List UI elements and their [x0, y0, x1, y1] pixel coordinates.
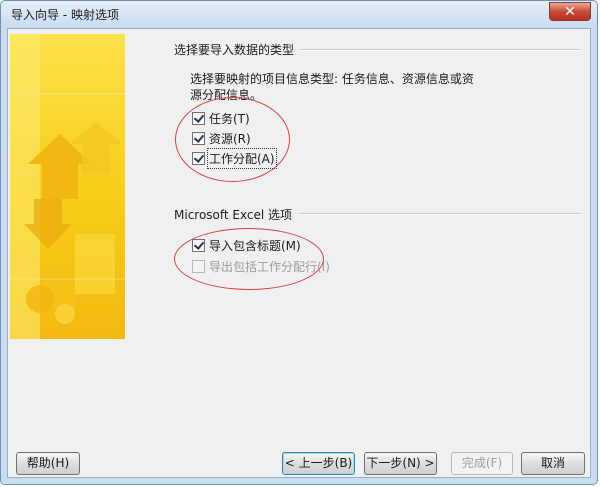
- red-annotation-ellipse: [175, 97, 290, 182]
- title-bar[interactable]: 导入向导 - 映射选项 ✕: [1, 1, 597, 27]
- wizard-banner-image: [10, 34, 125, 339]
- data-type-section-title: 选择要导入数据的类型: [174, 43, 295, 57]
- window-title: 导入向导 - 映射选项: [11, 8, 119, 22]
- close-button[interactable]: ✕: [549, 2, 591, 21]
- wizard-body: 选择要导入数据的类型 选择要映射的项目信息类型: 任务信息、资源信息或资源分配信…: [7, 28, 591, 478]
- close-icon: ✕: [564, 4, 576, 20]
- import-wizard-window: 导入向导 - 映射选项 ✕ 选择要导入数据的类型 选择要映射的项目信息类型: 任…: [0, 0, 598, 485]
- back-button[interactable]: < 上一步(B): [282, 452, 355, 475]
- red-annotation-ellipse-excel: [174, 228, 324, 290]
- finish-button: 完成(F): [451, 452, 513, 475]
- data-type-divider: [300, 49, 580, 51]
- cancel-button[interactable]: 取消: [521, 452, 585, 475]
- excel-divider: [300, 213, 580, 215]
- next-button[interactable]: 下一步(N) >: [364, 452, 437, 475]
- help-button[interactable]: 帮助(H): [16, 452, 80, 475]
- excel-section-title: Microsoft Excel 选项: [174, 208, 293, 222]
